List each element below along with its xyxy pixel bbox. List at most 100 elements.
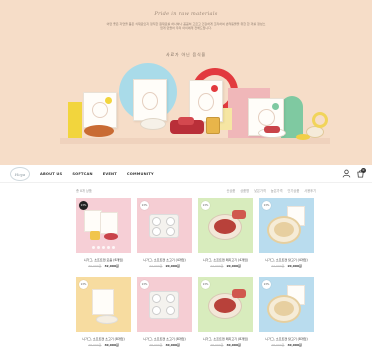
original-price: 24,000원 bbox=[149, 264, 163, 268]
original-price: 39,000원 bbox=[88, 264, 102, 268]
original-price: 48,000원 bbox=[271, 343, 285, 347]
original-price: 48,000원 bbox=[210, 343, 224, 347]
product-prices: 48,000원 40,000원 bbox=[76, 343, 131, 347]
meat-tray bbox=[178, 117, 194, 125]
sale-price: 20,000원 bbox=[165, 264, 180, 268]
discount-badge: 13% bbox=[262, 280, 271, 289]
food-bowl bbox=[140, 118, 166, 130]
hero-eyebrow: Pride in raw materials bbox=[154, 11, 218, 17]
product-thumbnail[interactable]: 13% bbox=[259, 277, 314, 332]
product-card[interactable]: 13% 니가그, 소프트캔 소고기 (8개입) 48,000원 40,000원 bbox=[76, 277, 131, 348]
product-prices: 48,000원 40,000원 bbox=[259, 343, 314, 347]
food-bowl bbox=[296, 134, 310, 140]
meat bbox=[232, 210, 246, 219]
nav-item-event[interactable]: EVENT bbox=[103, 172, 117, 176]
product-prices: 48,000원 40,000원 bbox=[137, 343, 192, 347]
sort-option[interactable]: 인기상품 bbox=[288, 188, 300, 193]
brand-logo[interactable]: Hoya bbox=[10, 167, 30, 181]
hero-package bbox=[189, 80, 223, 122]
nav-item-about-us[interactable]: ABOUT US bbox=[40, 172, 62, 176]
food-bowl bbox=[84, 125, 114, 137]
discount-badge: 13% bbox=[201, 201, 210, 210]
product-thumbnail[interactable]: 13% bbox=[76, 198, 131, 253]
meat bbox=[214, 219, 236, 234]
product-card[interactable]: 13% 니가그, 소프트캔 모음 (6개입) 39,000원 32,000원 bbox=[76, 198, 131, 269]
discount-badge: 13% bbox=[140, 201, 149, 210]
hero-package bbox=[133, 79, 167, 121]
food-jar bbox=[90, 231, 100, 240]
user-icon[interactable] bbox=[342, 169, 351, 178]
food-jar bbox=[206, 117, 220, 134]
sale-price: 32,000원 bbox=[104, 264, 119, 268]
product-list-header: 총 8개 상품 신상품 상품명 낮은가격 높은가격 인기상품 사용후기 bbox=[0, 185, 372, 197]
food-bowl bbox=[104, 233, 118, 240]
meat bbox=[232, 289, 246, 298]
sort-option[interactable]: 신상품 bbox=[226, 188, 235, 193]
hero-package bbox=[83, 92, 117, 128]
product-card[interactable]: 13% 니가그, 소프트캔 닭고기 (8개입) 48,000원 40,000원 bbox=[259, 277, 314, 348]
nav-menu: ABOUT US SOFTCAN EVENT COMMUNITY bbox=[40, 165, 154, 183]
product-name[interactable]: 니가그, 소프트캔 돼지고기 (4개입) bbox=[198, 257, 253, 262]
product-prices: 39,000원 32,000원 bbox=[76, 264, 131, 268]
product-card[interactable]: 13% 니가그, 소프트캔 소고기 (8개입) 48,000원 40,000원 bbox=[137, 277, 192, 348]
discount-badge: 13% bbox=[79, 280, 88, 289]
product-card[interactable]: 13% 니가그, 소프트캔 소고기 (4개입) 24,000원 20,000원 bbox=[137, 198, 192, 269]
carousel-dots[interactable] bbox=[92, 246, 115, 249]
nav-item-softcan[interactable]: SOFTCAN bbox=[72, 172, 92, 176]
food bbox=[274, 301, 294, 316]
food bbox=[274, 222, 294, 237]
product-grid: 13% 니가그, 소프트캔 모음 (6개입) 39,000원 32,000원 13… bbox=[76, 198, 316, 348]
nav-item-community[interactable]: COMMUNITY bbox=[127, 172, 154, 176]
product-name[interactable]: 니가그, 소프트캔 소고기 (4개입) bbox=[137, 257, 192, 262]
decor-yellow-block bbox=[68, 102, 82, 138]
sale-price: 40,000원 bbox=[165, 343, 180, 347]
meat bbox=[214, 298, 236, 313]
hero-banner[interactable]: Pride in raw materials 어떤 좋은 자연을 품은 식재료인… bbox=[0, 0, 372, 165]
sale-price: 40,000원 bbox=[287, 343, 302, 347]
sort-option[interactable]: 낮은가격 bbox=[254, 188, 266, 193]
original-price: 24,000원 bbox=[271, 264, 285, 268]
sale-price: 20,000원 bbox=[287, 264, 302, 268]
product-name[interactable]: 니가그, 소프트캔 닭고기 (4개입) bbox=[259, 257, 314, 262]
product-thumbnail[interactable]: 13% bbox=[76, 277, 131, 332]
product-prices: 24,000원 20,000원 bbox=[137, 264, 192, 268]
cart-count-badge: 0 bbox=[361, 168, 366, 173]
decor-stage bbox=[60, 138, 330, 144]
product-name[interactable]: 니가그, 소프트캔 소고기 (8개입) bbox=[137, 336, 192, 341]
product-name[interactable]: 니가그, 소프트캔 모음 (6개입) bbox=[76, 257, 131, 262]
discount-badge: 13% bbox=[201, 280, 210, 289]
product-thumbnail[interactable]: 13% bbox=[137, 277, 192, 332]
original-price: 24,000원 bbox=[210, 264, 224, 268]
discount-badge: 13% bbox=[79, 201, 88, 210]
sort-option[interactable]: 상품명 bbox=[240, 188, 249, 193]
sort-options: 신상품 상품명 낮은가격 높은가격 인기상품 사용후기 bbox=[226, 188, 316, 193]
main-nav: Hoya ABOUT US SOFTCAN EVENT COMMUNITY 0 bbox=[0, 165, 372, 183]
sale-price: 40,000원 bbox=[226, 343, 241, 347]
sort-option[interactable]: 높은가격 bbox=[271, 188, 283, 193]
decor-ring bbox=[312, 112, 328, 128]
discount-badge: 13% bbox=[140, 280, 149, 289]
hero-subtitle: 사료가 아닌 음식을 bbox=[166, 52, 206, 57]
hero-description: 어떤 좋은 자연을 품은 식재료인지 정직한 원재료를 하나하나 꼼꼼히 고르고… bbox=[106, 22, 266, 31]
product-prices: 48,000원 40,000원 bbox=[198, 343, 253, 347]
product-thumbnail[interactable]: 13% bbox=[137, 198, 192, 253]
original-price: 48,000원 bbox=[149, 343, 163, 347]
product-box bbox=[100, 212, 118, 234]
sale-price: 20,000원 bbox=[226, 264, 241, 268]
product-total-count: 총 8개 상품 bbox=[76, 189, 92, 193]
original-price: 48,000원 bbox=[88, 343, 102, 347]
product-thumbnail[interactable]: 13% bbox=[198, 277, 253, 332]
product-name[interactable]: 니가그, 소프트캔 닭고기 (8개입) bbox=[259, 336, 314, 341]
sort-option[interactable]: 사용후기 bbox=[304, 188, 316, 193]
product-card[interactable]: 13% 니가그, 소프트캔 닭고기 (4개입) 24,000원 20,000원 bbox=[259, 198, 314, 269]
product-card[interactable]: 13% 니가그, 소프트캔 돼지고기 (4개입) 24,000원 20,000원 bbox=[198, 198, 253, 269]
product-card[interactable]: 13% 니가그, 소프트캔 돼지고기 (8개입) 48,000원 40,000원 bbox=[198, 277, 253, 348]
meat-plate bbox=[264, 126, 280, 133]
product-thumbnail[interactable]: 13% bbox=[259, 198, 314, 253]
product-name[interactable]: 니가그, 소프트캔 소고기 (8개입) bbox=[76, 336, 131, 341]
food-bowl bbox=[96, 315, 118, 324]
product-name[interactable]: 니가그, 소프트캔 돼지고기 (8개입) bbox=[198, 336, 253, 341]
product-thumbnail[interactable]: 13% bbox=[198, 198, 253, 253]
product-box bbox=[92, 289, 114, 315]
discount-badge: 13% bbox=[262, 201, 271, 210]
